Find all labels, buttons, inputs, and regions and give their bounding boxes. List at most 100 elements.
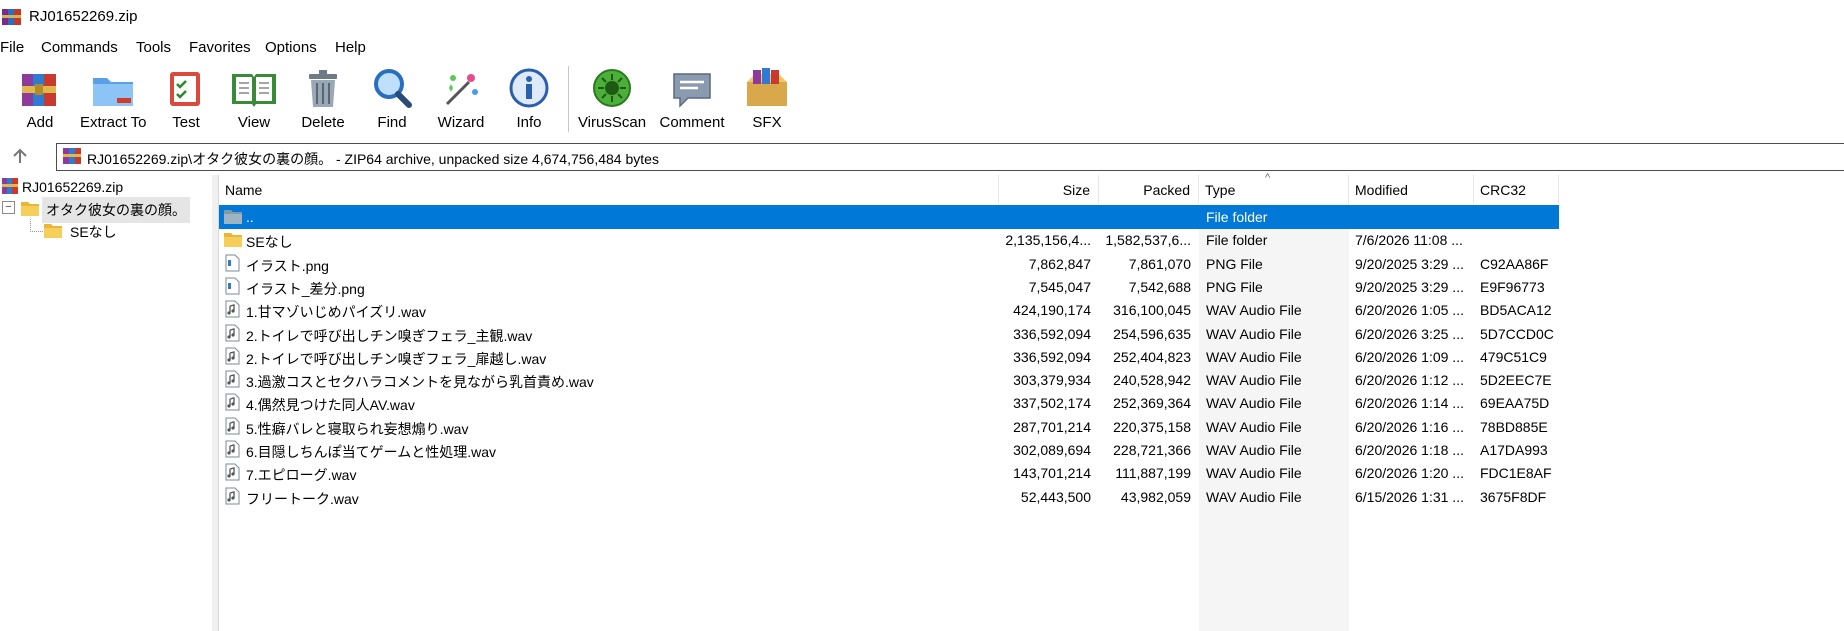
magic-wand-icon: [445, 74, 478, 106]
file-list: Name Size Packed Type Modified CRC32 ^ .…: [219, 172, 1844, 631]
title-bar: RJ01652269.zip: [0, 0, 1844, 34]
menu-options[interactable]: Options: [265, 39, 317, 56]
file-modified: 6/20/2026 1:20 ...: [1355, 465, 1464, 482]
add-button[interactable]: Add: [14, 62, 66, 134]
file-type: WAV Audio File: [1206, 348, 1302, 365]
path-field[interactable]: RJ01652269.zip\オタク彼女の裏の顔。 - ZIP64 archiv…: [56, 143, 1844, 171]
file-name: ..: [246, 209, 254, 225]
file-type: File folder: [1206, 209, 1268, 225]
tree-folder-se-nashi[interactable]: SEなし: [0, 219, 212, 241]
audio-file-icon: [223, 440, 241, 461]
file-crc32: E9F96773: [1480, 278, 1545, 295]
file-crc32: C92AA86F: [1480, 255, 1549, 272]
menu-favorites[interactable]: Favorites: [189, 39, 251, 56]
view-button[interactable]: View: [226, 62, 282, 134]
file-row[interactable]: 2.トイレで呼び出しチン嗅ぎフェラ_扉越し.wav 336,592,094 252,…: [219, 345, 1559, 369]
column-packed[interactable]: Packed: [1099, 175, 1199, 203]
file-row[interactable]: SEなし 2,135,156,4... 1,582,537,6... File fol…: [219, 228, 1559, 252]
comment-button[interactable]: Comment: [658, 62, 726, 134]
open-book-icon: [232, 74, 276, 107]
menu-commands[interactable]: Commands: [41, 39, 118, 56]
file-crc32: 5D2EEC7E: [1480, 372, 1552, 389]
virusscan-button[interactable]: VirusScan: [577, 62, 647, 134]
file-name: 3.過激コスとセクハラコメントを見ながら乳首責め.wav: [246, 374, 594, 391]
file-crc32: 69EAA75D: [1480, 395, 1550, 412]
folder-icon: [44, 224, 62, 238]
file-packed: 111,887,199: [1115, 465, 1191, 482]
test-button[interactable]: Test: [163, 62, 209, 134]
file-packed: 228,721,366: [1113, 442, 1191, 458]
file-modified: 7/6/2026 11:08 ...: [1355, 232, 1463, 249]
file-size: 52,443,500: [1020, 488, 1091, 505]
file-type: WAV Audio File: [1206, 418, 1302, 435]
trash-can-icon: [309, 70, 337, 107]
toolbar-separator: [568, 66, 569, 132]
comment-bubble-icon: [673, 73, 711, 108]
file-name: イラスト_差分.png: [246, 280, 365, 297]
audio-file-icon: [223, 463, 241, 484]
file-name: 2.トイレで呼び出しチン嗅ぎフェラ_扉越し.wav: [246, 350, 547, 367]
file-row[interactable]: 5.性癖バレと寝取られ妄想煽り.wav 287,701,214 220,375,15…: [219, 415, 1559, 439]
test-checklist-icon: [170, 72, 200, 106]
winrar-app-icon: [2, 9, 21, 25]
window-title: RJ01652269.zip: [29, 8, 138, 25]
file-crc32: 3675F8DF: [1480, 488, 1547, 505]
file-name: フリートーク.wav: [246, 490, 359, 507]
file-type: WAV Audio File: [1206, 488, 1302, 505]
menu-help[interactable]: Help: [335, 39, 366, 56]
extract-to-button[interactable]: Extract To: [80, 62, 146, 134]
file-modified: 6/20/2026 1:05 ...: [1355, 302, 1464, 319]
image-file-icon: [223, 277, 241, 298]
file-packed: 252,404,823: [1113, 348, 1191, 365]
toolbar: Add Extract To Test View Delete Find Wiz…: [0, 62, 1844, 138]
file-row[interactable]: 6.目隠しちんぽ当てゲームと性処理.wav 302,089,694 228,721,…: [219, 438, 1559, 462]
delete-button[interactable]: Delete: [296, 62, 350, 134]
file-modified: 6/20/2026 1:09 ...: [1355, 348, 1464, 365]
sfx-button[interactable]: SFX: [740, 62, 794, 134]
file-row[interactable]: .. File folder: [219, 205, 1559, 229]
menu-tools[interactable]: Tools: [136, 39, 171, 56]
file-row[interactable]: イラスト.png 7,862,847 7,861,070 PNG File 9/20/2…: [219, 252, 1559, 276]
file-modified: 6/15/2026 1:31 ...: [1355, 488, 1464, 505]
file-modified: 9/20/2025 3:29 ...: [1355, 278, 1464, 295]
pane-splitter[interactable]: [212, 175, 219, 631]
file-size: 2,135,156,4...: [1005, 232, 1091, 249]
file-row[interactable]: 1.甘マゾいじめパイズリ.wav 424,190,174 316,100,045 WA…: [219, 298, 1559, 322]
file-packed: 1,582,537,6...: [1105, 232, 1191, 249]
file-modified: 6/20/2026 3:25 ...: [1355, 325, 1464, 342]
file-row[interactable]: 7.エピローグ.wav 143,701,214 111,887,199 WAV Aud…: [219, 461, 1559, 485]
tree-folder-otaku[interactable]: − オタク彼女の裏の顔。: [0, 197, 212, 223]
file-name: SEなし: [246, 234, 293, 251]
file-name: イラスト.png: [246, 257, 329, 274]
column-modified[interactable]: Modified: [1349, 175, 1474, 203]
file-row[interactable]: 4.偶然見つけた同人AV.wav 337,502,174 252,369,364 WA…: [219, 391, 1559, 415]
file-name: 7.エピローグ.wav: [246, 467, 357, 484]
file-row[interactable]: イラスト_差分.png 7,545,047 7,542,688 PNG File 9/2…: [219, 275, 1559, 299]
file-row[interactable]: 3.過激コスとセクハラコメントを見ながら乳首責め.wav 303,379,934 2…: [219, 368, 1559, 392]
find-button[interactable]: Find: [365, 62, 419, 134]
file-size: 336,592,094: [1013, 348, 1091, 365]
magnifier-icon: [374, 69, 412, 108]
info-button[interactable]: Info: [503, 62, 555, 134]
wizard-button[interactable]: Wizard: [434, 62, 488, 134]
file-crc32: 78BD885E: [1480, 418, 1548, 435]
file-size: 302,089,694: [1013, 442, 1091, 458]
file-size: 143,701,214: [1013, 465, 1091, 482]
column-size[interactable]: Size: [999, 175, 1099, 203]
file-packed: 252,369,364: [1113, 395, 1191, 412]
file-size: 424,190,174: [1013, 302, 1091, 319]
up-arrow-icon[interactable]: [11, 147, 29, 165]
collapse-toggle[interactable]: −: [2, 201, 15, 214]
tree-root[interactable]: RJ01652269.zip: [0, 177, 212, 197]
column-type[interactable]: Type: [1199, 175, 1349, 203]
file-row[interactable]: 2.トイレで呼び出しチン嗅ぎフェラ_主観.wav 336,592,094 254,5…: [219, 322, 1559, 346]
file-row[interactable]: フリートーク.wav 52,443,500 43,982,059 WAV Audio …: [219, 485, 1559, 509]
column-name[interactable]: Name: [219, 175, 999, 203]
file-size: 336,592,094: [1013, 325, 1091, 342]
file-crc32: BD5ACA12: [1480, 302, 1552, 319]
file-crc32: 5D7CCD0C: [1480, 325, 1554, 342]
file-type: PNG File: [1206, 255, 1263, 272]
menu-file[interactable]: File: [0, 39, 24, 56]
audio-file-icon: [223, 487, 241, 508]
column-crc32[interactable]: CRC32: [1474, 175, 1559, 203]
